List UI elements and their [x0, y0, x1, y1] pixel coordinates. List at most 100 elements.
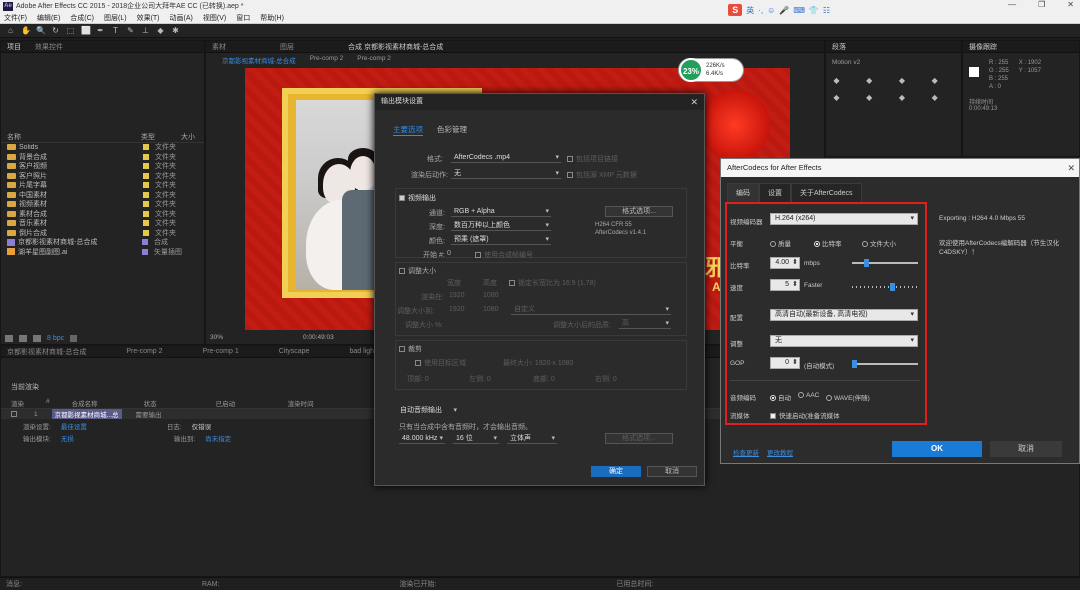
new-folder-icon[interactable]	[19, 335, 27, 342]
render-checkbox[interactable]	[11, 411, 17, 417]
project-item[interactable]: 湖羊星图副图.ai 矢量插图	[1, 247, 204, 257]
speed-input[interactable]: 5	[770, 279, 800, 291]
audio-aac[interactable]: AAC	[798, 392, 819, 399]
menu-help[interactable]: 帮助(H)	[260, 13, 284, 23]
new-comp-icon[interactable]	[33, 335, 41, 342]
breadcrumb-item[interactable]: 京都影视素材商城-总合成	[222, 55, 296, 65]
balance-filesize[interactable]: 文件大小	[862, 238, 896, 248]
depth-select[interactable]: 数百万种以上颜色	[451, 221, 551, 231]
gop-slider[interactable]	[852, 360, 918, 368]
speed-slider-knob[interactable]	[889, 283, 895, 291]
resize-checkbox[interactable]: 调整大小	[399, 266, 436, 276]
resize-quality-select[interactable]: 高	[619, 319, 671, 329]
project-item[interactable]: Solids 文件夹	[1, 143, 204, 153]
label-color-swatch[interactable]	[142, 239, 148, 246]
label-color-swatch[interactable]	[143, 220, 149, 227]
ime-skin-icon[interactable]: 👕	[809, 6, 819, 15]
color-select[interactable]: 预乘 (遮罩)	[451, 235, 551, 245]
bpc-indicator[interactable]: 8 bpc	[47, 335, 64, 342]
project-item[interactable]: 中国素材 文件夹	[1, 190, 204, 200]
log-value[interactable]: 仅错误	[192, 421, 212, 431]
tab-about[interactable]: 关于AfterCodecs	[791, 183, 862, 203]
text-tool-icon[interactable]: T	[111, 26, 120, 35]
crop-bottom[interactable]: 底部: 0	[533, 374, 555, 384]
check-updates-link[interactable]: 检查更新	[733, 447, 759, 457]
tab-timeline[interactable]: Pre-comp 1	[203, 348, 239, 355]
rect-tool-icon[interactable]: ⬜	[81, 26, 91, 35]
label-color-swatch[interactable]	[143, 210, 149, 217]
ime-punct-icon[interactable]: ·,	[758, 6, 763, 15]
cancel-button[interactable]: 取消	[990, 441, 1062, 457]
align-icon[interactable]: ◆	[898, 76, 907, 85]
breadcrumb-item[interactable]: Pre-comp 2	[357, 55, 391, 65]
menu-effect[interactable]: 效果(T)	[137, 13, 160, 23]
label-color-swatch[interactable]	[143, 182, 149, 189]
label-color-swatch[interactable]	[143, 172, 149, 179]
col-type[interactable]: 类型	[141, 132, 181, 142]
ime-emoji-icon[interactable]: ☺	[767, 6, 775, 15]
tab-effect-controls[interactable]: 效果控件	[35, 42, 63, 52]
menu-composition[interactable]: 合成(C)	[70, 13, 94, 23]
col-status[interactable]: 状态	[144, 398, 194, 408]
use-comp-frame[interactable]: 使用合成帧编号	[475, 250, 533, 260]
pen-tool-icon[interactable]: ✒	[96, 26, 105, 35]
label-color-swatch[interactable]	[143, 144, 149, 151]
include-project-link[interactable]: 包括项目链接	[567, 154, 618, 164]
col-started[interactable]: 已启动	[216, 398, 266, 408]
crop-right[interactable]: 右侧: 0	[595, 374, 617, 384]
sogou-ime-icon[interactable]: S	[728, 4, 743, 16]
tab-main-options[interactable]: 主要选项	[393, 124, 423, 136]
label-color-swatch[interactable]	[142, 248, 148, 255]
eraser-tool-icon[interactable]: ◆	[156, 26, 165, 35]
tab-footage[interactable]: 素材	[212, 42, 226, 52]
menu-layer[interactable]: 图层(L)	[104, 13, 127, 23]
zoom-level[interactable]: 30%	[210, 334, 223, 341]
audio-format-options-button[interactable]: 格式选项...	[605, 433, 673, 444]
tab-tracker[interactable]: 摄像跟踪	[969, 42, 997, 52]
audio-rate-select[interactable]: 48.000 kHz	[399, 434, 445, 444]
codec-select[interactable]: H.264 (x264)	[770, 213, 918, 225]
align-icon[interactable]: ◆	[865, 93, 874, 102]
project-item[interactable]: 素材合成 文件夹	[1, 209, 204, 219]
balance-bitrate[interactable]: 比特率	[814, 238, 842, 248]
maximize-button[interactable]: ❐	[1038, 0, 1045, 9]
resize-to-height[interactable]: 1080	[483, 306, 499, 313]
tab-encoding[interactable]: 编码	[727, 183, 759, 203]
channels-select[interactable]: RGB + Alpha	[451, 207, 551, 217]
ime-voice-icon[interactable]: 🎤	[779, 6, 789, 15]
camera-tool-icon[interactable]: ⬚	[66, 26, 75, 35]
video-output-checkbox[interactable]: 视频输出	[399, 193, 436, 203]
speed-slider[interactable]	[852, 283, 918, 291]
network-speed-widget[interactable]: 23% 226K/s 6.4K/s	[678, 58, 744, 82]
start-value[interactable]: 0	[447, 250, 451, 257]
close-window-button[interactable]: ✕	[1067, 0, 1074, 9]
balance-quality[interactable]: 质量	[770, 238, 791, 248]
post-render-select[interactable]: 无	[451, 169, 561, 179]
resize-preset-select[interactable]: 自定义	[511, 305, 671, 315]
label-color-swatch[interactable]	[143, 153, 149, 160]
bitrate-input[interactable]: 4.00	[770, 257, 800, 269]
align-icon[interactable]: ◆	[865, 76, 874, 85]
lock-aspect[interactable]: 锁定长宽比为 16:9 (1.78)	[509, 278, 596, 288]
tab-paragraph[interactable]: 段落	[832, 42, 846, 52]
project-item[interactable]: 客户照片 文件夹	[1, 171, 204, 181]
menu-window[interactable]: 窗口	[236, 13, 250, 23]
zoom-tool-icon[interactable]: 🔍	[36, 26, 46, 35]
render-settings-value[interactable]: 最佳设置	[61, 421, 87, 431]
menu-animation[interactable]: 动画(A)	[170, 13, 193, 23]
gop-slider-knob[interactable]	[852, 360, 857, 368]
menu-edit[interactable]: 编辑(E)	[37, 13, 60, 23]
close-icon[interactable]: ✕	[690, 94, 698, 110]
format-options-button[interactable]: 格式选项...	[605, 206, 673, 217]
project-item[interactable]: 京都影视素材商城-总合成 合成	[1, 238, 204, 248]
cancel-button[interactable]: 取消	[647, 466, 697, 477]
label-color-swatch[interactable]	[143, 201, 149, 208]
output-module-value[interactable]: 无损	[61, 433, 74, 443]
menu-file[interactable]: 文件(F)	[4, 13, 27, 23]
col-comp-name[interactable]: 合成名称	[72, 398, 122, 408]
use-roi[interactable]: 使用目标区域	[415, 358, 466, 368]
bitrate-slider[interactable]	[852, 259, 918, 267]
audio-channels-select[interactable]: 立体声	[507, 434, 557, 444]
auto-audio-select[interactable]: 自动音频输出	[397, 406, 459, 416]
ok-button[interactable]: 确定	[591, 466, 641, 477]
